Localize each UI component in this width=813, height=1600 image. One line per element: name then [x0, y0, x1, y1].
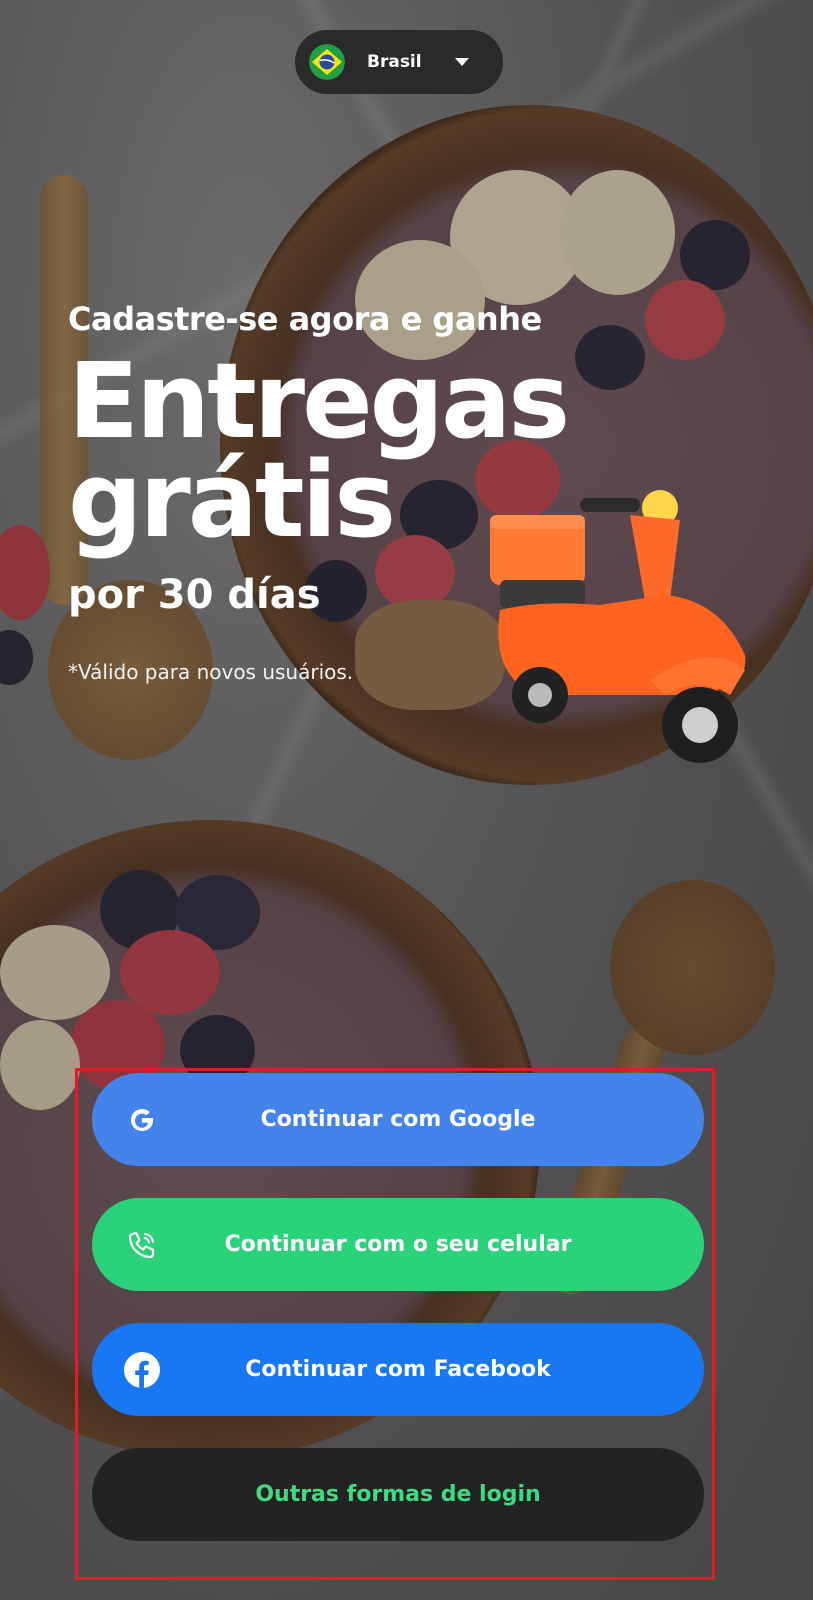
chevron-down-icon — [455, 58, 469, 66]
google-button-label: Continuar com Google — [260, 1107, 536, 1132]
continue-with-google-button[interactable]: Continuar com Google — [92, 1073, 704, 1166]
facebook-button-label: Continuar com Facebook — [245, 1357, 551, 1382]
onboarding-screen: Brasil Cadastre-se agora e ganhe Entrega… — [0, 0, 813, 1600]
other-login-label: Outras formas de login — [255, 1482, 541, 1507]
continue-with-phone-button[interactable]: Continuar com o seu celular — [92, 1198, 704, 1291]
country-selector[interactable]: Brasil — [295, 30, 503, 94]
brazil-flag-icon — [309, 44, 345, 80]
promo-subtitle: Cadastre-se agora e ganhe — [68, 300, 542, 338]
promo-headline-line1: Entregas — [68, 340, 570, 462]
country-label: Brasil — [367, 52, 422, 72]
phone-button-label: Continuar com o seu celular — [224, 1232, 572, 1257]
continue-with-facebook-button[interactable]: Continuar com Facebook — [92, 1323, 704, 1416]
phone-icon — [122, 1225, 162, 1265]
google-icon — [122, 1100, 162, 1140]
other-login-options-button[interactable]: Outras formas de login — [92, 1448, 704, 1541]
delivery-scooter-icon — [490, 490, 746, 763]
facebook-icon — [122, 1350, 162, 1390]
